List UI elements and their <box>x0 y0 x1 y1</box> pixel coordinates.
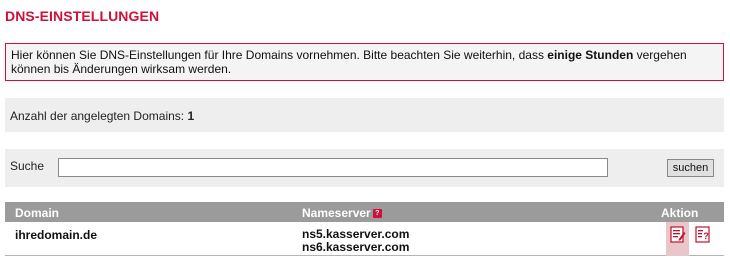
column-header-action: Aktion <box>661 206 699 220</box>
nameserver-1: ns5.kasserver.com <box>302 227 410 241</box>
edit-dns-button[interactable] <box>666 222 689 256</box>
column-header-nameserver-label: Nameserver <box>302 206 371 220</box>
search-panel: Suche suchen <box>5 149 724 187</box>
column-header-domain: Domain <box>15 206 60 220</box>
nameserver-2: ns6.kasserver.com <box>302 240 410 254</box>
table-row: ihredomain.de ns5.kasserver.com ns6.kass… <box>5 222 724 256</box>
notice-text-start: Hier können Sie DNS-Einstellungen für Ih… <box>11 48 548 62</box>
dns-info-button[interactable]: ? <box>691 222 714 256</box>
search-label: Suche <box>10 159 45 173</box>
domain-count-panel: Anzahl der angelegten Domains: 1 <box>5 98 724 132</box>
edit-dns-icon <box>669 226 685 243</box>
nameserver-cell: ns5.kasserver.com ns6.kasserver.com <box>302 228 409 254</box>
info-icon: ? <box>694 226 710 243</box>
info-notice: Hier können Sie DNS-Einstellungen für Ih… <box>5 43 724 81</box>
svg-text:?: ? <box>703 231 709 241</box>
domain-cell: ihredomain.de <box>15 228 98 242</box>
search-input[interactable] <box>58 158 608 177</box>
page-title: DNS-EINSTELLUNGEN <box>5 8 160 24</box>
search-button[interactable]: suchen <box>667 159 714 177</box>
domain-count-label: Anzahl der angelegten Domains: <box>10 109 188 123</box>
table-header: Domain Nameserver ? Aktion <box>5 202 724 222</box>
notice-text-emphasis: einige Stunden <box>547 48 634 62</box>
column-header-nameserver: Nameserver ? <box>302 206 382 220</box>
domain-count-value: 1 <box>187 109 195 123</box>
help-icon[interactable]: ? <box>372 209 382 218</box>
